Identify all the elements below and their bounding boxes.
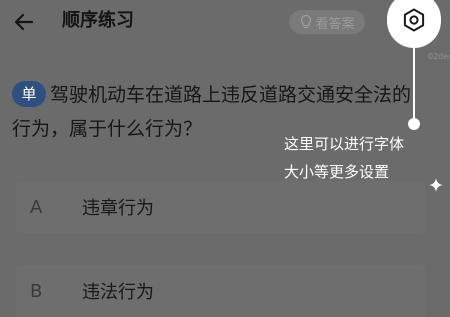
sparkle-icon [429,178,443,192]
guide-pointer-dot [408,118,420,130]
option-b[interactable]: B 违法行为 [16,265,426,317]
guide-text-line-1: 这里可以进行字体 [284,135,405,153]
page-title: 顺序练习 [62,10,134,31]
guide-pointer-line [413,46,415,122]
option-b-text: 违法行为 [82,282,154,303]
guide-tooltip: 这里可以进行字体 大小等更多设置 [284,130,444,186]
lightbulb-icon [301,14,312,29]
top-bar: 顺序练习 看答案 02dec [0,0,450,61]
settings-button[interactable] [387,0,441,48]
option-a-text: 违章行为 [82,198,154,219]
show-answer-button[interactable]: 看答案 [289,10,365,34]
back-button[interactable] [8,6,40,38]
question-type-badge: 单 [12,81,46,107]
hexagon-gear-icon [403,8,425,32]
arrow-left-icon [14,13,34,31]
option-b-letter: B [30,280,43,302]
option-a-letter: A [30,196,43,218]
side-tag: 02dec [428,52,450,61]
show-answer-label: 看答案 [315,16,355,32]
option-a[interactable]: A 违章行为 [16,181,426,233]
